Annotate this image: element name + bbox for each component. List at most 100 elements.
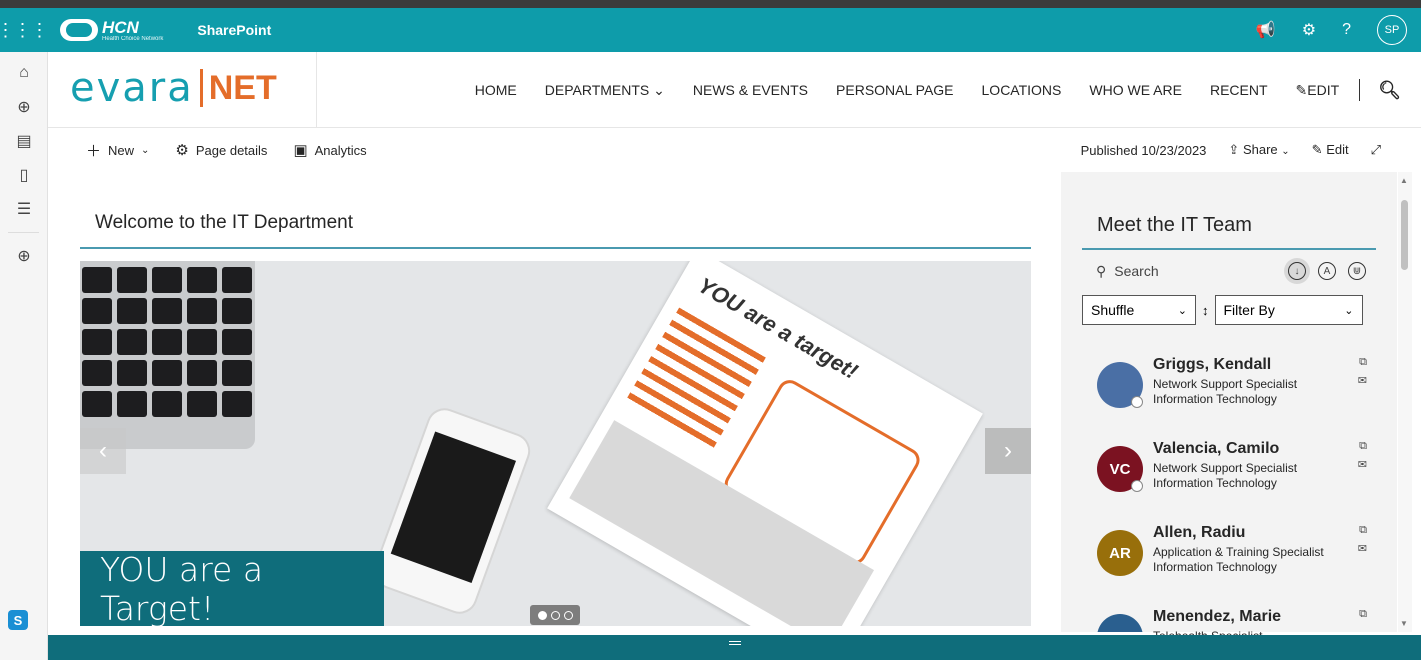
news-icon[interactable]: ▤ [0,124,48,158]
chevron-down-icon: ⌄ [653,81,665,98]
nav-home[interactable]: HOME [475,82,517,98]
settings-icon[interactable]: ⚙ [1302,20,1316,40]
scroll-thumb[interactable] [1401,200,1408,270]
globe-icon[interactable]: ⊕ [0,90,48,124]
expand-icon[interactable]: ⤢ [1371,142,1381,158]
gear-icon: ⚙ [175,142,189,159]
scroll-down-icon[interactable]: ▼ [1400,619,1408,628]
carousel-dot-1[interactable] [537,610,547,620]
chevron-down-icon: ⌄ [1344,304,1354,317]
site-logo[interactable]: evara NET [70,66,277,110]
app-bar: ⌂ ⊕ ▤ ▯ ☰ ⊕ S [0,52,48,660]
teams-icon[interactable]: ⧉ [1359,440,1367,453]
app-bar-divider [8,232,39,233]
home-icon[interactable]: ⌂ [0,56,48,90]
nav-personal-page[interactable]: PERSONAL PAGE [836,82,953,98]
member-dept: Information Technology [1153,392,1277,406]
teams-icon[interactable]: ⧉ [1359,524,1367,537]
member-name: Griggs, Kendall [1153,356,1272,373]
teams-icon[interactable]: ⧉ [1359,356,1367,369]
nav-locations[interactable]: LOCATIONS [982,82,1062,98]
logo-evara: evara [70,65,194,111]
avatar [1097,614,1143,632]
org-name: HCN [102,17,139,37]
sort-select[interactable]: Shuffle ⌄ [1082,295,1196,325]
carousel-dots[interactable] [530,605,580,625]
team-search[interactable]: ⚲ Search ↓ A ⋓ [1082,256,1376,286]
resize-handle-icon[interactable] [728,641,741,645]
chevron-down-icon: ⌄ [141,144,150,156]
bottom-resize-bar[interactable] [48,635,1421,660]
share-icon: ⇪ [1228,142,1240,157]
sharepoint-label[interactable]: SharePoint [197,22,271,38]
panel-scrollbar[interactable]: ▲ ▼ [1398,172,1412,632]
plus-icon: ＋ [86,142,102,160]
file-icon[interactable]: ▯ [0,158,48,192]
carousel-dot-2[interactable] [550,610,560,620]
logo-net: NET [208,69,277,107]
share-button[interactable]: ⇪ Share ⌄ [1228,142,1289,158]
team-member[interactable]: Griggs, Kendall Network Support Speciali… [1097,356,1367,416]
nav-recent[interactable]: RECENT [1210,82,1268,98]
nav-departments[interactable]: DEPARTMENTS ⌄ [545,82,665,99]
search-icon[interactable]: 🔍︎ [1378,80,1401,101]
sort-order-icon[interactable]: ↕ [1202,303,1209,318]
team-member[interactable]: AR Allen, Radiu Application & Training S… [1097,524,1367,584]
create-icon[interactable]: ⊕ [0,239,48,273]
nav-who-we-are[interactable]: WHO WE ARE [1089,82,1182,98]
carousel-dot-3[interactable] [563,610,573,620]
hcn-logo-icon [60,19,98,41]
mail-icon[interactable]: ✉ [1358,374,1367,387]
app-launcher-icon[interactable]: ⋮⋮⋮ [0,8,49,52]
mail-icon[interactable]: ✉ [1358,542,1367,555]
section-rule [80,247,1031,249]
site-header: evara NET HOME DEPARTMENTS ⌄ NEWS & EVEN… [48,52,1421,128]
team-search-input[interactable]: Search [1114,263,1158,279]
carousel-prev-button[interactable]: ‹ [80,428,126,474]
nav-separator [1359,79,1361,101]
command-bar: ＋ New ⌄ ⚙ Page details ▣ Analytics Publi… [48,128,1421,172]
pencil-icon: ✎ [1295,81,1308,98]
help-icon[interactable]: ? [1342,21,1351,39]
teams-icon[interactable]: ⧉ [1359,608,1367,621]
scroll-up-icon[interactable]: ▲ [1400,176,1408,185]
presence-icon [1131,396,1143,408]
member-dept: Information Technology [1153,476,1277,490]
filter-select[interactable]: Filter By ⌄ [1214,295,1363,325]
sort-alpha-icon[interactable]: A [1318,262,1336,280]
sort-group-icon[interactable]: ⋓ [1348,262,1366,280]
user-avatar[interactable]: SP [1377,15,1407,45]
search-icon: ⚲ [1096,262,1107,279]
laptop-image [80,261,255,449]
mail-icon[interactable]: ✉ [1358,458,1367,471]
pencil-icon: ✎ [1311,142,1323,157]
team-panel: Meet the IT Team ⚲ Search ↓ A ⋓ Shuffle … [1061,172,1397,643]
list-icon[interactable]: ☰ [0,192,48,226]
avatar: AR [1097,530,1143,576]
slide-caption[interactable]: YOU are a Target! [80,550,384,628]
suite-bar: ⋮⋮⋮ HCN Health Choice Network SharePoint… [0,8,1421,52]
carousel-next-button[interactable]: › [985,428,1031,474]
header-divider [316,52,317,128]
chevron-down-icon: ⌄ [1177,304,1187,317]
sharepoint-window: ⋮⋮⋮ HCN Health Choice Network SharePoint… [0,8,1421,660]
analytics-button[interactable]: ▣ Analytics [293,141,366,159]
feedback-icon[interactable]: 📢 [1256,20,1276,40]
presence-icon [1131,480,1143,492]
nav-news-events[interactable]: NEWS & EVENTS [693,82,808,98]
org-logo[interactable]: HCN Health Choice Network [60,19,163,42]
team-title: Meet the IT Team [1097,214,1252,236]
member-name: Menendez, Marie [1153,608,1282,625]
skype-icon[interactable]: S [8,610,28,630]
team-filters: Shuffle ⌄ ↕ Filter By ⌄ [1082,295,1376,325]
edit-button[interactable]: ✎ Edit [1312,142,1349,158]
sort-down-icon[interactable]: ↓ [1288,262,1306,280]
published-status: Published 10/23/2023 [1080,142,1207,158]
new-button[interactable]: ＋ New ⌄ [86,140,149,161]
page-details-button[interactable]: ⚙ Page details [175,141,267,159]
org-tagline: Health Choice Network [102,35,164,42]
team-member[interactable]: VC Valencia, Camilo Network Support Spec… [1097,440,1367,500]
member-title: Network Support Specialist [1153,377,1298,391]
nav-edit[interactable]: ✎EDIT [1296,82,1340,99]
member-name: Allen, Radiu [1153,524,1246,541]
